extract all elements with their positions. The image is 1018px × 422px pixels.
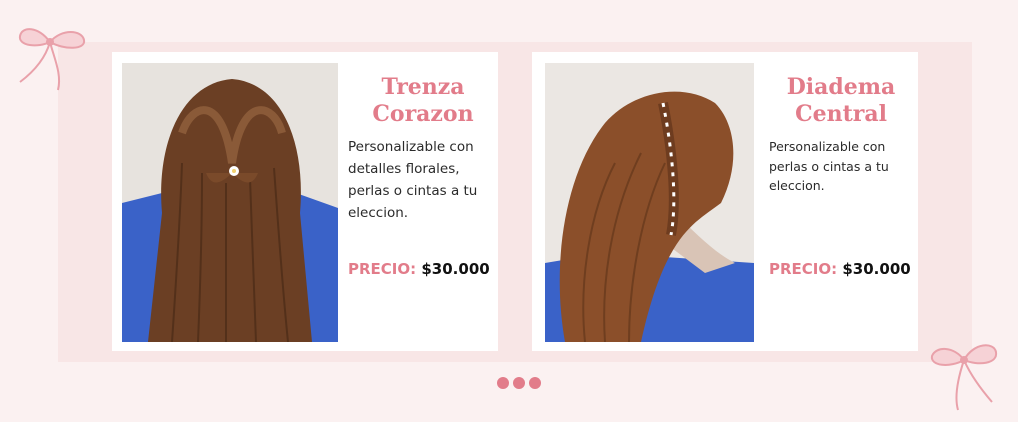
product-title: Diadema Central [786, 74, 896, 127]
product-card[interactable]: Diadema Central Personalizable con perla… [532, 52, 918, 351]
price-label: PRECIO: [348, 260, 417, 278]
product-card[interactable]: Trenza Corazon Personalizable con detall… [112, 52, 498, 351]
hairstyle-photo [122, 63, 338, 342]
product-image [122, 63, 338, 342]
product-description: Personalizable con perlas o cintas a tu … [769, 139, 889, 193]
price-value: $30.000 [842, 260, 911, 278]
hairstyle-photo [545, 63, 754, 342]
ribbon-bow-icon [18, 28, 86, 91]
product-price: PRECIO: $30.000 [769, 260, 911, 278]
carousel-dot-1[interactable] [497, 377, 509, 389]
product-image [545, 63, 754, 342]
price-label: PRECIO: [769, 260, 838, 278]
carousel-dot-3[interactable] [529, 377, 541, 389]
product-title: Trenza Corazon [372, 74, 474, 127]
product-price: PRECIO: $30.000 [348, 260, 490, 278]
carousel-dot-2[interactable] [513, 377, 525, 389]
carousel-pagination [497, 377, 545, 390]
product-description: Personalizable con detalles florales, pe… [348, 139, 478, 221]
price-value: $30.000 [421, 260, 490, 278]
ribbon-bow-icon [930, 344, 998, 411]
